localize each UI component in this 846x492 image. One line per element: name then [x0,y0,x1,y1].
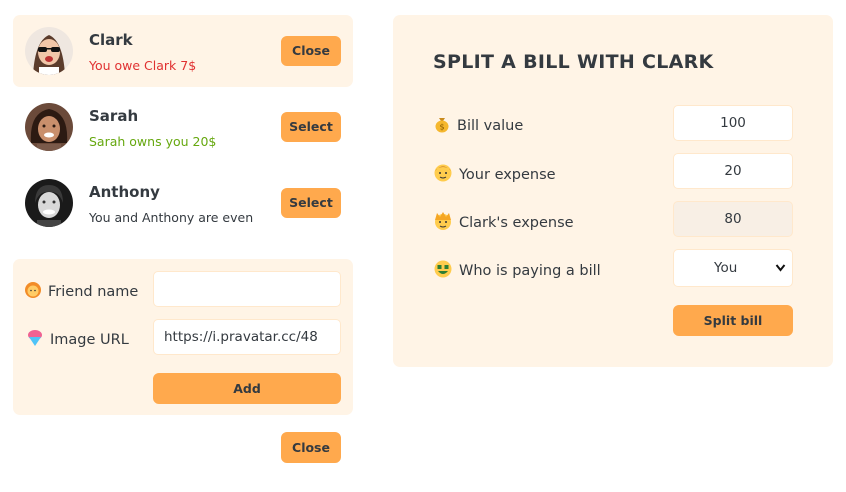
svg-text:$: $ [439,123,444,132]
select-friend-button[interactable]: Select [281,112,341,142]
payer-select-value: You [714,260,738,276]
friend-expense-label: Clark's expense [433,211,574,234]
friend-balance-status: You and Anthony are even [89,210,254,225]
split-bill-button[interactable]: Split bill [673,305,793,336]
bill-value-label: $ Bill value [433,115,523,136]
friend-balance-status: You owe Clark 7$ [89,58,197,73]
image-url-input[interactable] [153,319,341,355]
avatar [25,103,73,151]
payer-select[interactable]: You [673,249,793,287]
split-bill-title: SPLIT A BILL WITH CLARK [433,51,714,73]
money-bag-icon: $ [433,115,451,136]
add-friend-form: Friend name Image URL Add [13,259,353,415]
friend-item-clark: Clark You owe Clark 7$ Close [13,15,353,87]
close-form-button[interactable]: Close [281,432,341,463]
chevron-down-icon [775,250,786,301]
bill-value-input[interactable] [673,105,793,141]
money-mouth-face-icon [433,259,453,282]
friend-name: Clark [89,31,133,49]
friend-name-input[interactable] [153,271,341,307]
woman-emoji-icon [24,281,42,302]
select-friend-button[interactable]: Select [281,188,341,218]
friend-name: Sarah [89,107,139,125]
person-curly-hair-icon [433,211,453,234]
add-friend-button[interactable]: Add [153,373,341,404]
friend-name: Anthony [89,183,160,201]
person-icon [433,163,453,186]
split-bill-form: SPLIT A BILL WITH CLARK $ Bill value You… [393,15,833,367]
avatar [25,27,73,75]
your-expense-input[interactable] [673,153,793,189]
image-url-label: Image URL [26,329,129,350]
friend-expense-input [673,201,793,237]
your-expense-label: Your expense [433,163,556,186]
close-friend-button[interactable]: Close [281,36,341,66]
payer-label: Who is paying a bill [433,259,601,282]
avatar [25,179,73,227]
friends-sidebar: Clark You owe Clark 7$ Close Sarah Sarah… [13,15,353,239]
friend-name-label: Friend name [24,281,138,302]
friend-item-anthony: Anthony You and Anthony are even Select [13,167,353,239]
friend-balance-status: Sarah owns you 20$ [89,134,217,149]
friend-item-sarah: Sarah Sarah owns you 20$ Select [13,91,353,163]
shaved-ice-emoji-icon [26,329,44,350]
friends-list: Clark You owe Clark 7$ Close Sarah Sarah… [13,15,353,239]
